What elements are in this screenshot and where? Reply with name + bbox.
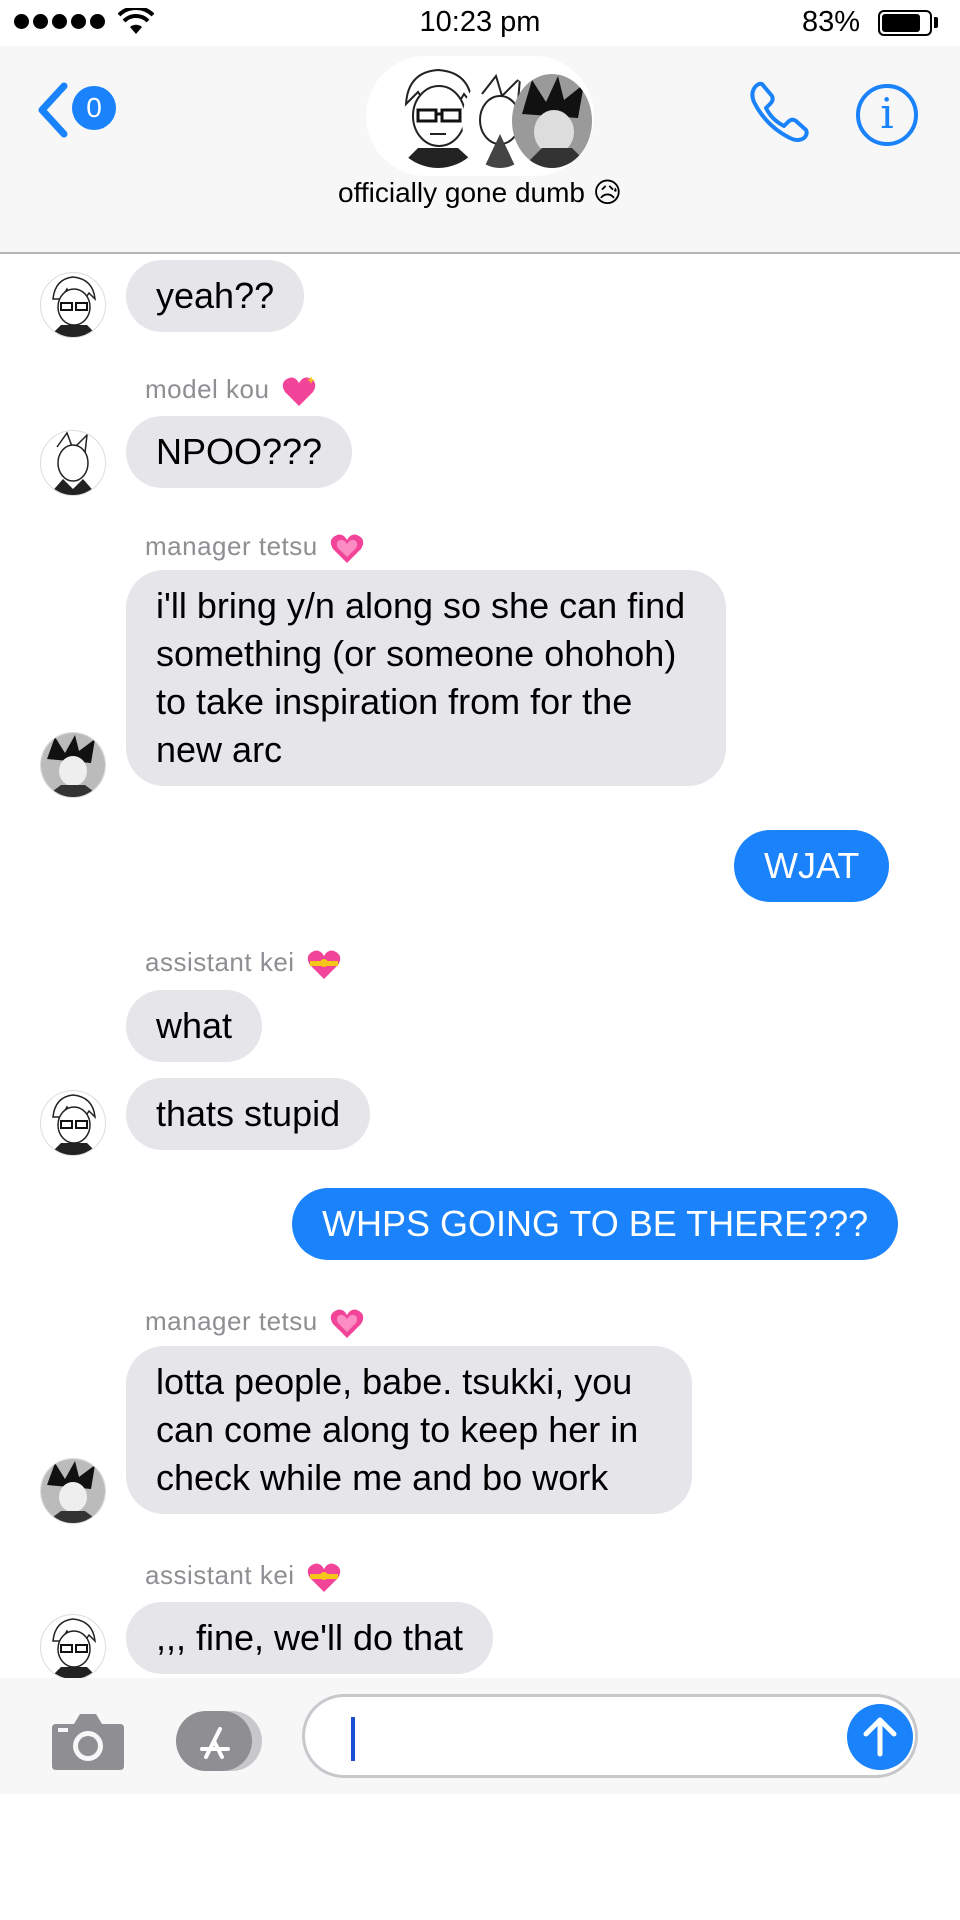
sender-name-label: model kou [145, 374, 270, 404]
heart-with-ribbon-icon [308, 950, 341, 980]
message-bubble-incoming[interactable]: i'll bring y/n along so she can find som… [126, 570, 726, 786]
message-bubble-incoming[interactable]: what [126, 990, 263, 1062]
app-store-icon [176, 1711, 262, 1771]
message-input[interactable] [302, 1694, 918, 1778]
sender-name: assistant kei [145, 1560, 342, 1594]
message-text: ,,, fine, we'll do that [156, 1617, 464, 1658]
group-avatar[interactable] [366, 56, 594, 176]
sender-avatar-kei[interactable] [40, 1090, 106, 1156]
message-text: WHPS GOING TO BE THERE??? [322, 1203, 869, 1244]
sender-name-label: assistant kei [145, 1560, 295, 1590]
message-bubble-incoming[interactable]: yeah?? [126, 260, 305, 332]
conversation-header: 0 officially gone dumb 😥 i [0, 46, 960, 254]
battery-percentage: 83% [802, 6, 861, 38]
message-bubble-incoming[interactable]: NPOO??? [126, 416, 353, 488]
phone-icon[interactable] [748, 78, 812, 142]
heart-with-ribbon-icon [308, 1563, 341, 1593]
sender-avatar-kei[interactable] [40, 1614, 106, 1680]
battery-tip [934, 17, 938, 28]
send-button[interactable] [847, 1704, 913, 1770]
sender-avatar-kei[interactable] [40, 272, 106, 338]
sparkling-heart-icon [282, 376, 316, 407]
text-cursor [351, 1717, 355, 1761]
info-icon[interactable]: i [856, 84, 918, 146]
message-text: i'll bring y/n along so she can find som… [156, 585, 686, 770]
message-text: WJAT [764, 845, 860, 886]
message-text: what [156, 1005, 233, 1046]
battery-level-fill [882, 14, 920, 32]
sender-name: assistant kei [145, 947, 342, 981]
message-bubble-outgoing[interactable]: WHPS GOING TO BE THERE??? [292, 1188, 899, 1260]
sender-avatar-tetsu[interactable] [40, 732, 106, 798]
message-text: lotta people, babe. tsukki, you can come… [156, 1361, 639, 1498]
sender-avatar-kou[interactable] [40, 430, 106, 496]
sender-name: manager tetsu [145, 531, 365, 565]
arrow-up-icon [863, 1717, 897, 1757]
message-bubble-incoming[interactable]: ,,, fine, we'll do that [126, 1602, 494, 1674]
sender-name-label: assistant kei [145, 947, 295, 977]
compose-bar [0, 1678, 960, 1794]
back-button[interactable]: 0 [36, 80, 126, 138]
sender-avatar-tetsu[interactable] [40, 1458, 106, 1524]
conversation-title[interactable]: officially gone dumb 😥 [0, 176, 960, 209]
sender-name: model kou [145, 374, 317, 408]
battery-icon [878, 10, 932, 36]
message-bubble-outgoing[interactable]: WJAT [734, 830, 890, 902]
message-text: yeah?? [156, 275, 275, 316]
message-bubble-incoming[interactable]: thats stupid [126, 1078, 371, 1150]
unread-count-badge: 0 [72, 86, 116, 130]
message-bubble-incoming[interactable]: lotta people, babe. tsukki, you can come… [126, 1346, 692, 1514]
status-bar: 10:23 pm 83% [0, 0, 960, 46]
sender-name-label: manager tetsu [145, 531, 318, 561]
group-member-avatar [512, 74, 592, 168]
camera-icon[interactable] [52, 1712, 124, 1770]
growing-heart-icon [331, 534, 364, 564]
growing-heart-icon [331, 1309, 364, 1339]
message-text: thats stupid [156, 1093, 341, 1134]
message-text: NPOO??? [156, 431, 323, 472]
sender-name-label: manager tetsu [145, 1306, 318, 1336]
chevron-left-icon [38, 82, 68, 138]
app-store-button[interactable] [176, 1711, 262, 1771]
sender-name: manager tetsu [145, 1306, 365, 1340]
